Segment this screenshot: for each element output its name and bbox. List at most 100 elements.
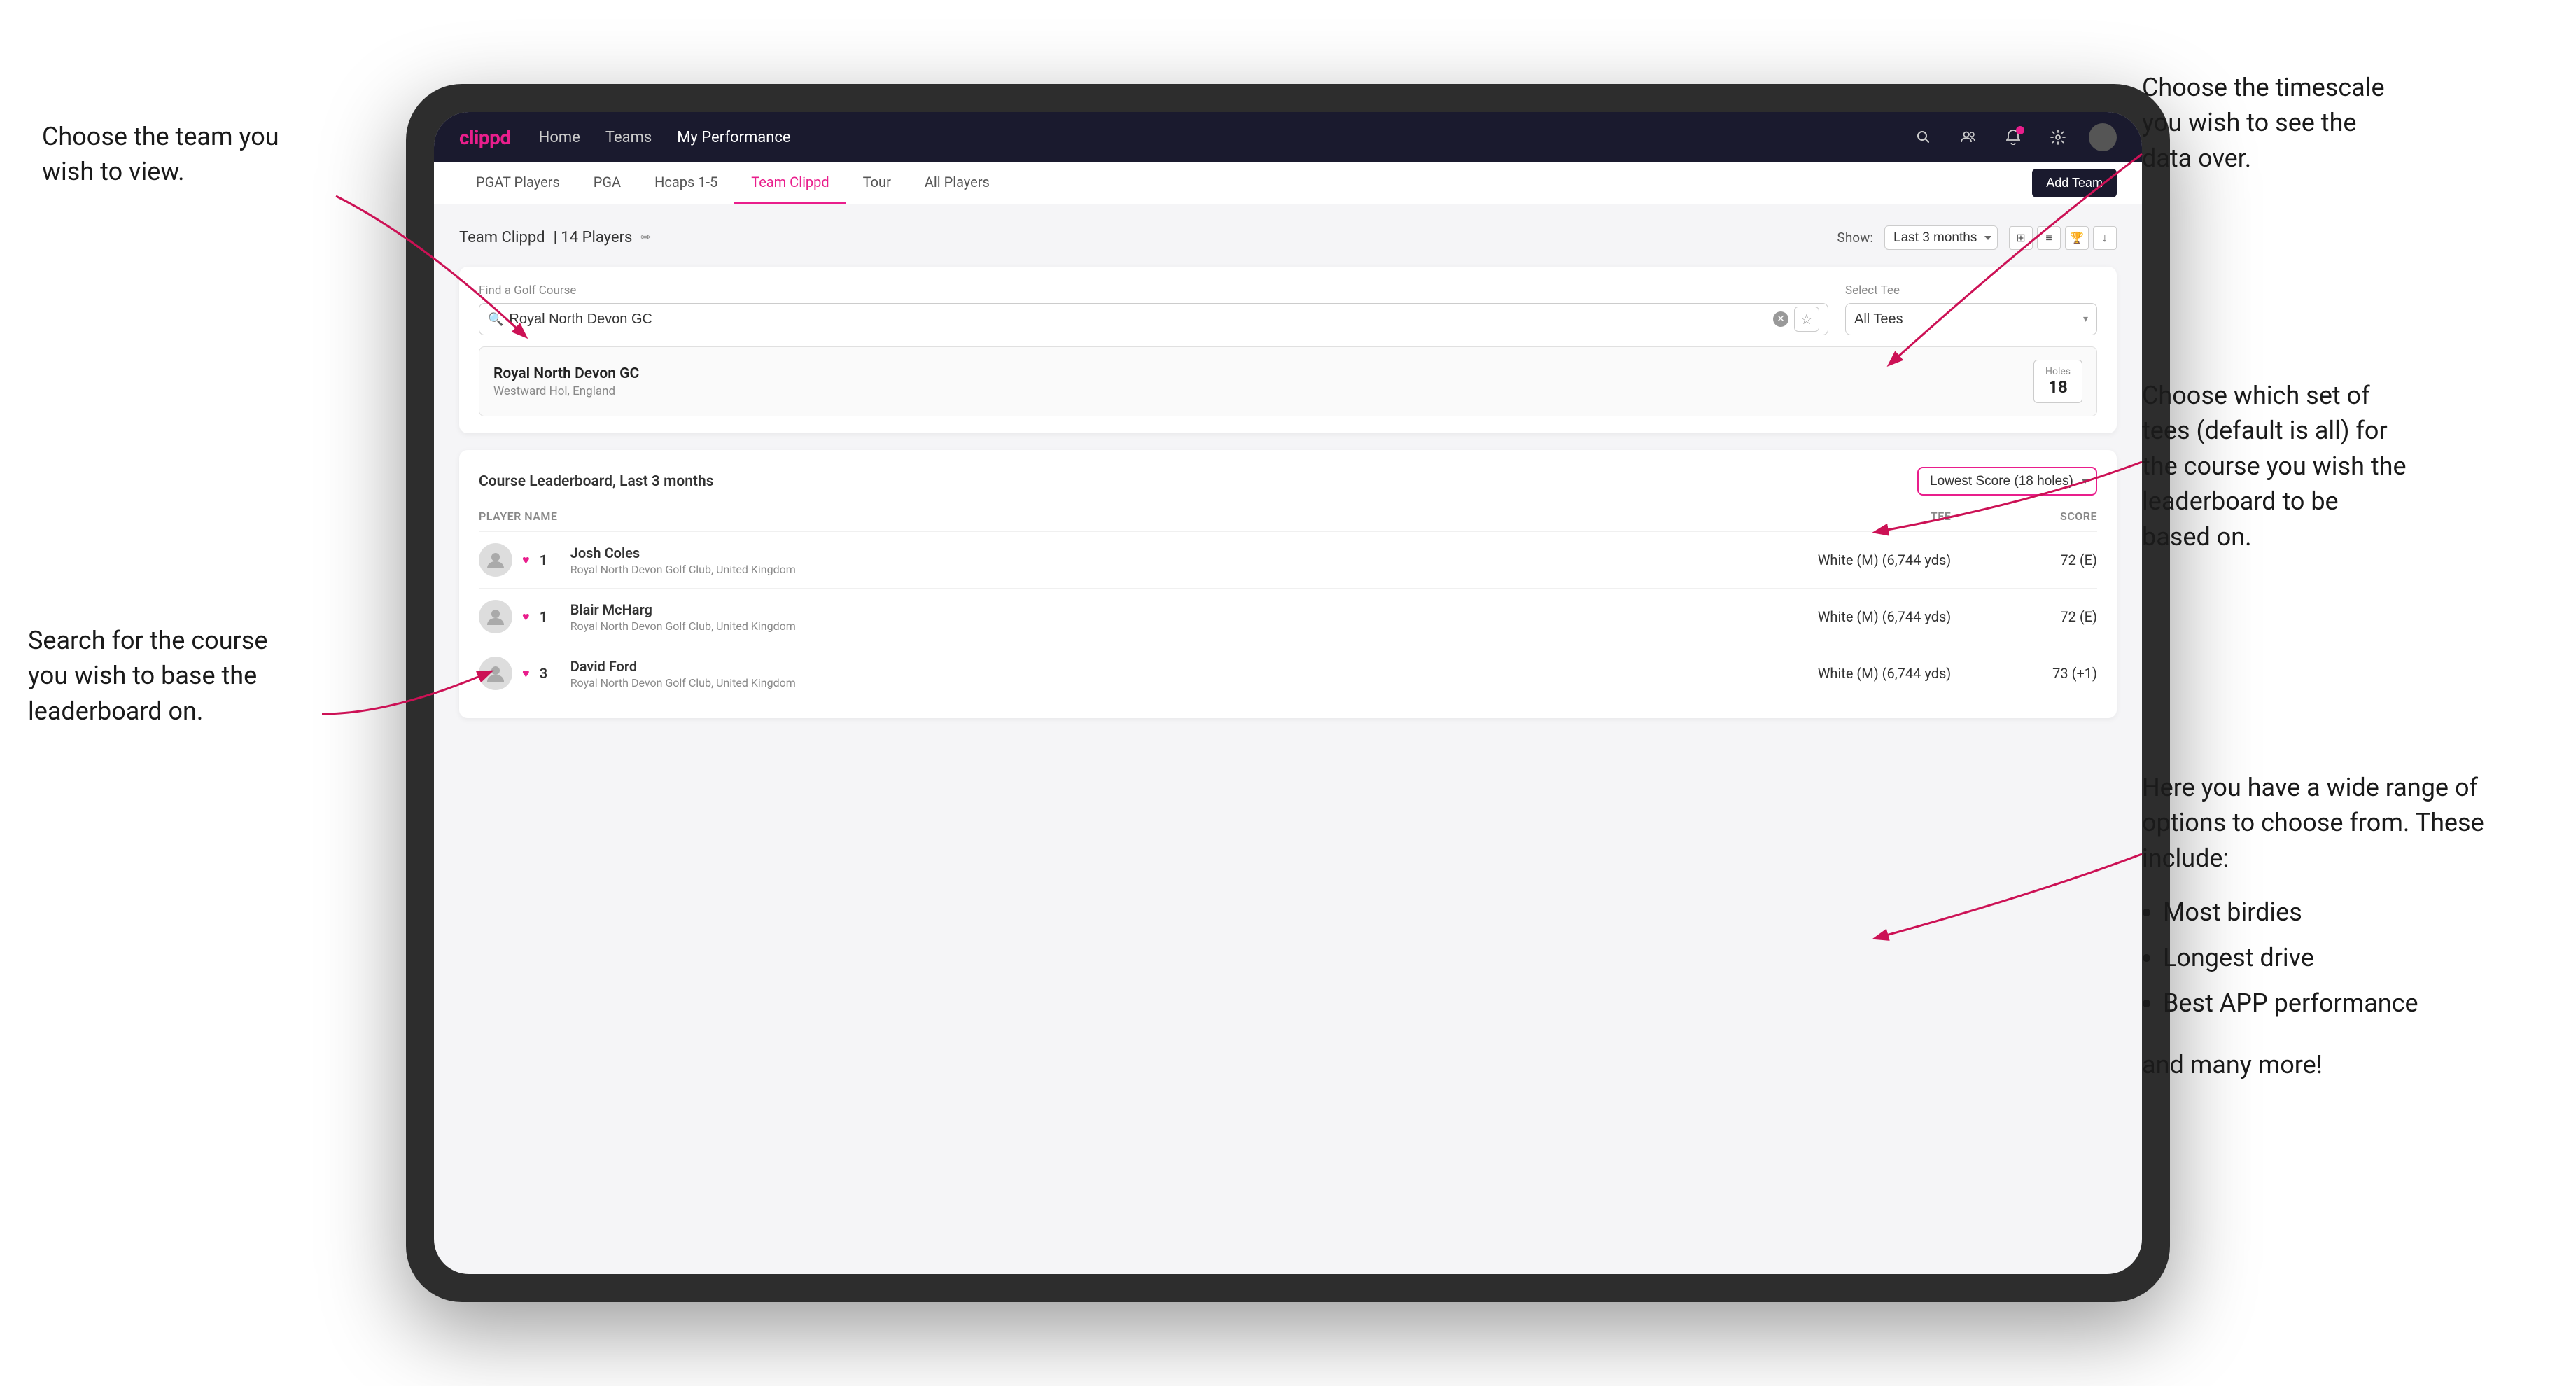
user-avatar[interactable] [2089, 123, 2117, 151]
people-icon [1961, 130, 1976, 145]
col-player-name: PLAYER NAME [479, 510, 1515, 532]
nav-bar: clippd Home Teams My Performance [434, 112, 2142, 162]
search-icon-btn[interactable] [1910, 123, 1938, 151]
and-more: and many more! [2142, 1047, 2527, 1082]
grid-view-btn[interactable]: ⊞ [2009, 226, 2033, 250]
sub-nav-hcaps[interactable]: Hcaps 1-5 [638, 162, 734, 204]
player-avatar-0 [479, 543, 512, 577]
sub-nav-team-clippd[interactable]: Team Clippd [734, 162, 846, 204]
score-type-select[interactable]: Lowest Score (18 holes) Most Birdies Lon… [1917, 467, 2097, 496]
heart-icon-2[interactable]: ♥ [522, 666, 530, 681]
heart-icon-1[interactable]: ♥ [522, 610, 530, 624]
player-name-0: Josh Coles [570, 545, 796, 561]
download-btn[interactable]: ↓ [2093, 226, 2117, 250]
search-icon [1917, 130, 1931, 144]
time-period-select[interactable]: Last 3 months Last month Last 6 months L… [1884, 225, 1998, 250]
course-info: Royal North Devon GC Westward Hol, Engla… [493, 365, 639, 398]
tee-chevron-icon: ▾ [2083, 314, 2088, 325]
leaderboard-card: Course Leaderboard, Last 3 months Lowest… [459, 450, 2117, 718]
holes-label: Holes [2045, 366, 2071, 377]
nav-my-performance[interactable]: My Performance [677, 129, 790, 146]
annotation-mid-left: Search for the course you wish to base t… [28, 623, 294, 729]
sub-nav-tour[interactable]: Tour [846, 162, 908, 204]
annotation-bot-right-text: Here you have a wide range of options to… [2142, 770, 2527, 876]
player-avatar-1 [479, 600, 512, 634]
course-search-col: Find a Golf Course 🔍 ✕ ☆ [479, 284, 1828, 335]
course-name: Royal North Devon GC [493, 365, 639, 382]
list-view-btn[interactable]: ≡ [2037, 226, 2061, 250]
score-1: 72 (E) [1951, 589, 2097, 645]
annotation-top-right-text: Choose the timescale you wish to see the… [2142, 73, 2385, 173]
settings-icon-btn[interactable] [2044, 123, 2072, 151]
tablet-frame: clippd Home Teams My Performance [406, 84, 2170, 1302]
search-row: Find a Golf Course 🔍 ✕ ☆ Select Tee Al [479, 284, 2097, 335]
favorite-btn[interactable]: ☆ [1794, 307, 1819, 332]
find-course-label: Find a Golf Course [479, 284, 1828, 298]
player-club-0: Royal North Devon Golf Club, United King… [570, 563, 796, 576]
player-name-2: David Ford [570, 658, 796, 675]
team-controls: Show: Last 3 months Last month Last 6 mo… [1837, 225, 2117, 250]
bullet-app: Best APP performance [2163, 981, 2527, 1026]
player-club-2: Royal North Devon Golf Club, United King… [570, 676, 796, 690]
annotation-mid-left-text: Search for the course you wish to base t… [28, 626, 267, 726]
player-avatar-2 [479, 657, 512, 690]
select-tee-label: Select Tee [1845, 284, 2097, 298]
bullet-birdies: Most birdies [2163, 890, 2527, 935]
annotation-mid-right-tee: Choose which set of tees (default is all… [2142, 378, 2408, 554]
nav-icons [1910, 123, 2117, 151]
score-2: 73 (+1) [1951, 645, 2097, 702]
player-name-1: Blair McHarg [570, 601, 796, 618]
course-search-input[interactable] [509, 312, 1768, 328]
add-team-button[interactable]: Add Team [2032, 169, 2117, 197]
tee-select-wrap: All Tees White Yellow Red ▾ [1845, 303, 2097, 335]
bell-icon-btn[interactable] [1999, 123, 2027, 151]
player-cell-0: ♥ 1 Josh Coles Royal North Devon Golf Cl… [479, 532, 1515, 589]
tee-2: White (M) (6,744 yds) [1515, 645, 1951, 702]
sub-nav-pgat[interactable]: PGAT Players [459, 162, 577, 204]
tablet-screen: clippd Home Teams My Performance [434, 112, 2142, 1274]
table-row: ♥ 1 Blair McHarg Royal North Devon Golf … [479, 589, 2097, 645]
search-card: Find a Golf Course 🔍 ✕ ☆ Select Tee Al [459, 267, 2117, 433]
edit-team-icon[interactable]: ✏ [640, 230, 651, 245]
leaderboard-title: Course Leaderboard, Last 3 months [479, 473, 714, 490]
people-icon-btn[interactable] [1954, 123, 1982, 151]
player-cell-1: ♥ 1 Blair McHarg Royal North Devon Golf … [479, 589, 1515, 645]
view-icons: ⊞ ≡ 🏆 ↓ [2009, 226, 2117, 250]
annotation-mid-right-tee-text: Choose which set of tees (default is all… [2142, 381, 2407, 552]
course-location: Westward Hol, England [493, 384, 639, 398]
show-label: Show: [1837, 230, 1873, 246]
rank-0: 1 [540, 552, 561, 568]
nav-links: Home Teams My Performance [539, 129, 1882, 146]
clear-search-btn[interactable]: ✕ [1773, 312, 1788, 327]
annotation-bot-right: Here you have a wide range of options to… [2142, 770, 2527, 1082]
holes-count: 18 [2045, 377, 2071, 397]
tee-select[interactable]: All Tees White Yellow Red [1854, 312, 2083, 327]
heart-icon-0[interactable]: ♥ [522, 553, 530, 568]
sub-nav-all-players[interactable]: All Players [908, 162, 1007, 204]
player-count: | 14 Players [554, 229, 633, 246]
team-title: Team Clippd | 14 Players ✏ [459, 229, 651, 246]
nav-teams[interactable]: Teams [606, 129, 652, 146]
player-club-1: Royal North Devon Golf Club, United King… [570, 620, 796, 633]
table-row: ♥ 1 Josh Coles Royal North Devon Golf Cl… [479, 532, 2097, 589]
annotation-top-right: Choose the timescale you wish to see the… [2142, 70, 2408, 176]
col-tee: TEE [1515, 510, 1951, 532]
trophy-view-btn[interactable]: 🏆 [2065, 226, 2089, 250]
main-content: Team Clippd | 14 Players ✏ Show: Last 3 … [434, 204, 2142, 739]
annotation-top-left: Choose the team you wish to view. [42, 119, 308, 190]
settings-icon [2050, 130, 2066, 145]
leaderboard-header: Course Leaderboard, Last 3 months Lowest… [479, 467, 2097, 496]
score-0: 72 (E) [1951, 532, 2097, 589]
annotation-top-left-text: Choose the team you wish to view. [42, 122, 279, 186]
team-name: Team Clippd [459, 229, 545, 246]
rank-1: 1 [540, 608, 561, 625]
search-magnifier-icon: 🔍 [488, 312, 503, 327]
sub-nav-pga[interactable]: PGA [577, 162, 638, 204]
table-row: ♥ 3 David Ford Royal North Devon Golf Cl… [479, 645, 2097, 702]
team-header: Team Clippd | 14 Players ✏ Show: Last 3 … [459, 225, 2117, 250]
col-score: SCORE [1951, 510, 2097, 532]
sub-nav: PGAT Players PGA Hcaps 1-5 Team Clippd T… [434, 162, 2142, 204]
course-result: Royal North Devon GC Westward Hol, Engla… [479, 346, 2097, 416]
nav-home[interactable]: Home [539, 129, 580, 146]
leaderboard-table: PLAYER NAME TEE SCORE [479, 510, 2097, 701]
